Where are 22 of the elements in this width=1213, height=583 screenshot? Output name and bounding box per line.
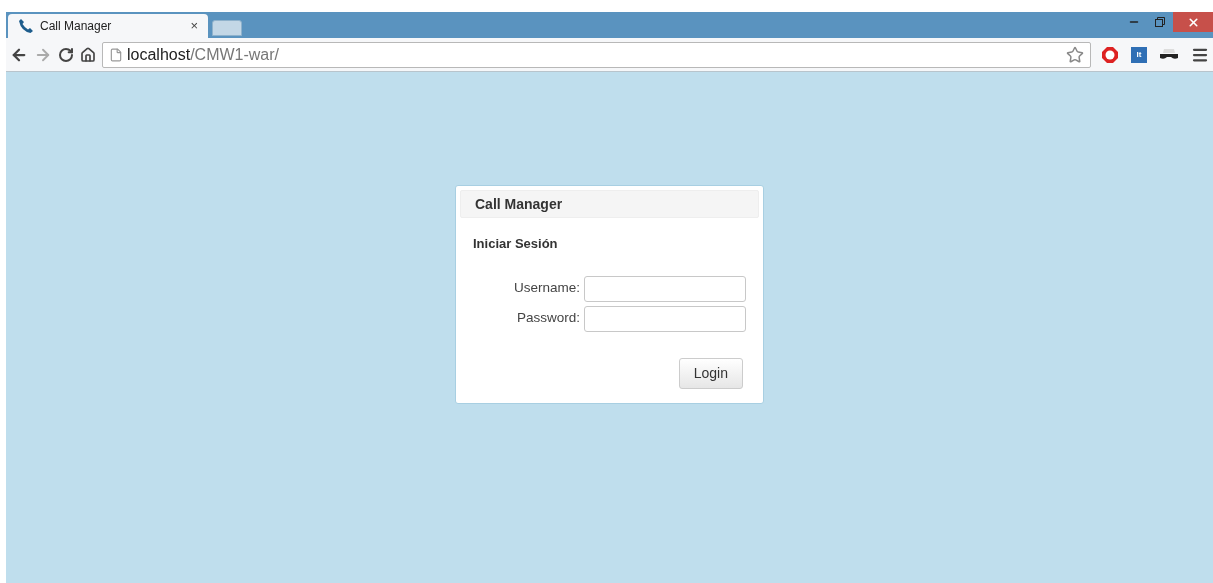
- login-button[interactable]: Login: [678, 357, 743, 389]
- page-icon: [109, 47, 123, 62]
- input-field[interactable]: [584, 305, 746, 332]
- url-text: localhost/CMW1-war/: [127, 44, 280, 65]
- mask-icon[interactable]: [1159, 47, 1179, 62]
- tab-close-button[interactable]: ×: [190, 16, 198, 36]
- star-icon[interactable]: [1066, 45, 1084, 64]
- login-heading: Iniciar Sesión: [473, 235, 559, 253]
- home-icon[interactable]: [80, 46, 96, 63]
- extension-button[interactable]: It: [1131, 46, 1147, 63]
- address-bar[interactable]: localhost/CMW1-war/: [102, 41, 1091, 68]
- close-button[interactable]: [1173, 12, 1213, 32]
- phone-icon: [18, 18, 34, 34]
- input-field[interactable]: [584, 275, 746, 302]
- restore-icon: [1155, 17, 1165, 27]
- close-icon: [1186, 15, 1200, 29]
- field-label: Username:: [512, 279, 580, 298]
- browser-tab[interactable]: Call Manager ×: [8, 14, 208, 38]
- reload-icon[interactable]: [58, 46, 74, 63]
- panel-title: Call Manager: [475, 194, 563, 214]
- tab-title: Call Manager: [40, 18, 113, 35]
- field-label: Password:: [515, 309, 580, 328]
